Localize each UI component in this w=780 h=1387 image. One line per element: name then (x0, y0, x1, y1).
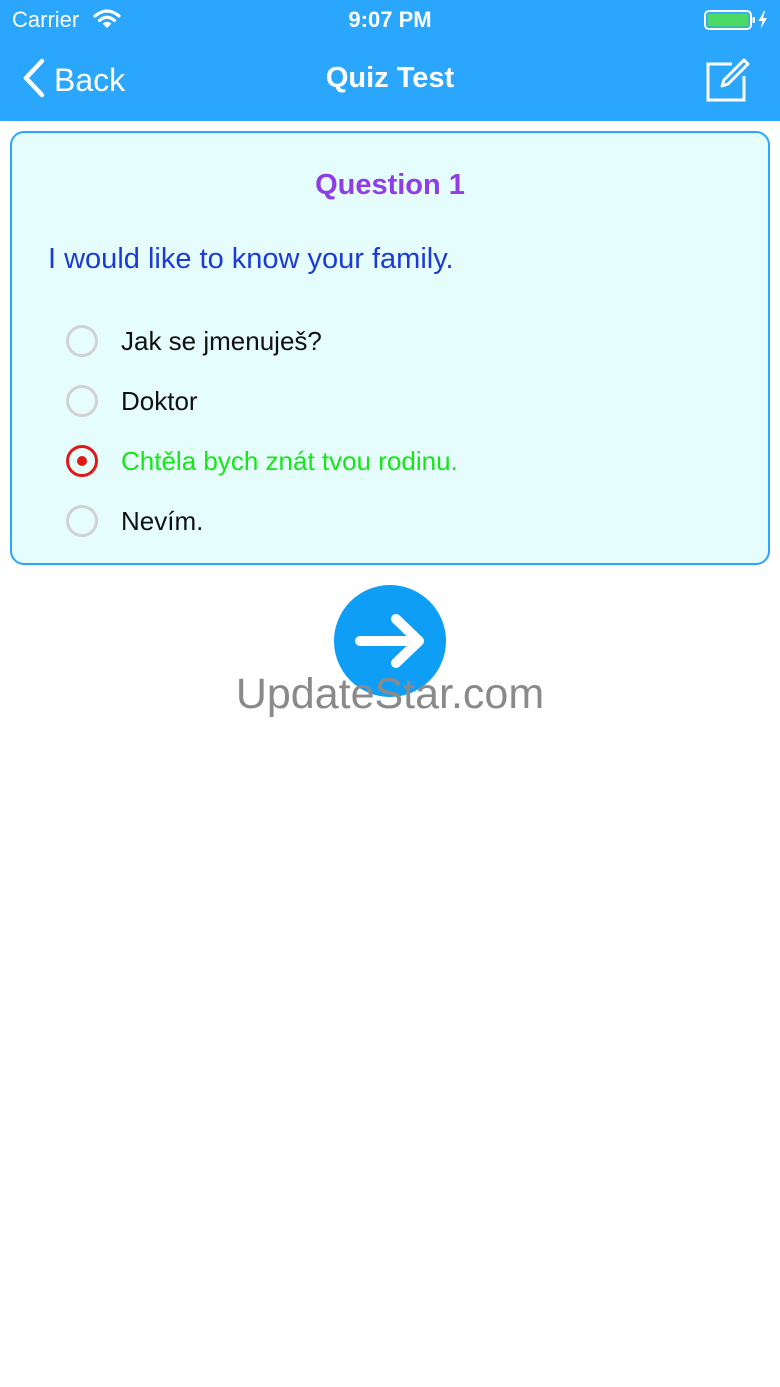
top-bar: Carrier 9:07 PM Back Quiz Test (0, 0, 780, 121)
answer-option-label: Nevím. (121, 505, 204, 536)
radio-button-selected[interactable] (66, 445, 98, 477)
answer-option[interactable]: Chtěla bych znát tvou rodinu. (66, 431, 458, 491)
answer-option[interactable]: Nevím. (66, 491, 458, 551)
compose-icon[interactable] (704, 56, 752, 104)
battery-icon (704, 9, 770, 31)
question-number: Question 1 (315, 169, 465, 201)
radio-button[interactable] (66, 385, 98, 417)
radio-button[interactable] (66, 325, 98, 357)
status-bar: Carrier 9:07 PM (0, 0, 780, 40)
watermark-text: UpdateStar.com (235, 670, 545, 718)
answer-options: Jak se jmenuješ? Doktor Chtěla bych znát… (66, 311, 458, 551)
question-card: Question 1 I would like to know your fam… (10, 131, 770, 565)
question-text: I would like to know your family. (48, 243, 454, 275)
page-title: Quiz Test (325, 62, 455, 94)
answer-option-label: Doktor (121, 385, 198, 416)
radio-button[interactable] (66, 505, 98, 537)
answer-option-label: Chtěla bych znát tvou rodinu. (121, 445, 458, 476)
answer-option[interactable]: Doktor (66, 371, 458, 431)
answer-option[interactable]: Jak se jmenuješ? (66, 311, 458, 371)
navigation-bar: Back Quiz Test (0, 40, 780, 121)
answer-option-label: Jak se jmenuješ? (121, 325, 322, 356)
status-time: 9:07 PM (348, 7, 432, 32)
